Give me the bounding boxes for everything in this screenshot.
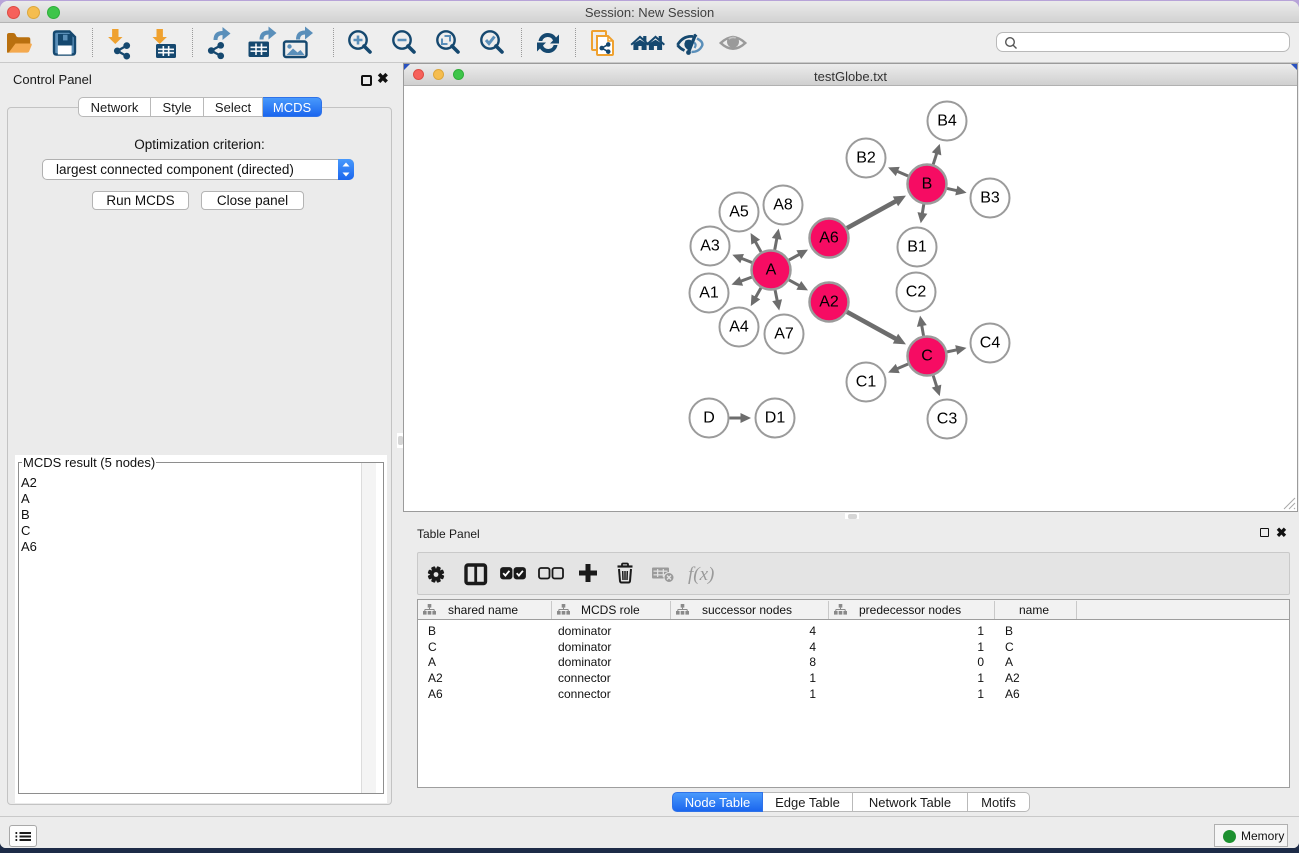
svg-text:D1: D1 <box>765 410 786 427</box>
svg-text:C: C <box>921 348 933 365</box>
svg-text:A4: A4 <box>729 319 749 336</box>
svg-text:D: D <box>703 410 715 427</box>
svg-text:C1: C1 <box>856 374 877 391</box>
svg-text:A: A <box>766 262 777 279</box>
svg-text:B1: B1 <box>907 239 927 256</box>
svg-text:B4: B4 <box>937 113 957 130</box>
svg-text:A3: A3 <box>700 238 720 255</box>
svg-text:A6: A6 <box>819 230 839 247</box>
svg-text:B2: B2 <box>856 150 876 167</box>
svg-text:A7: A7 <box>774 326 794 343</box>
svg-text:A8: A8 <box>773 197 793 214</box>
svg-text:C2: C2 <box>906 284 927 301</box>
svg-text:B: B <box>922 176 933 193</box>
svg-text:B3: B3 <box>980 190 1000 207</box>
svg-text:C4: C4 <box>980 335 1001 352</box>
svg-text:A5: A5 <box>729 204 749 221</box>
svg-text:A1: A1 <box>699 285 719 302</box>
svg-text:f(x): f(x) <box>688 564 714 585</box>
svg-text:A2: A2 <box>819 294 839 311</box>
svg-text:C3: C3 <box>937 411 958 428</box>
